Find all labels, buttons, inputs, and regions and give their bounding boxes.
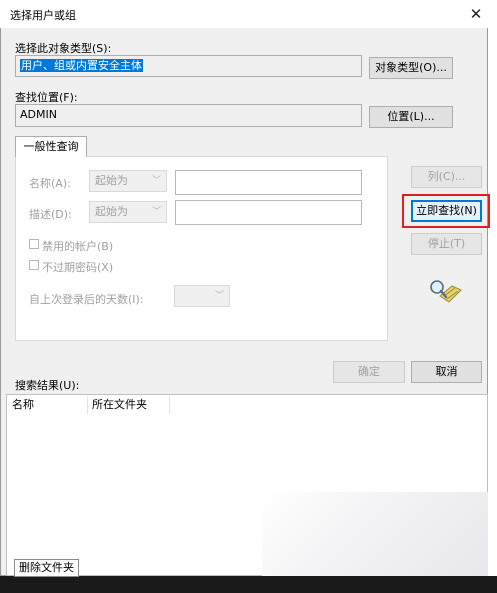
object-type-label: 选择此对象类型(S): [15,42,112,55]
cancel-button[interactable]: 取消 [411,361,482,383]
columns-button[interactable]: 列(C)... [411,166,482,188]
name-mode-value: 起始为 [95,174,128,187]
description-input[interactable] [175,200,362,225]
chevron-down-icon: ﹀ [214,291,224,301]
non-expiring-label: 不过期密码(X) [42,261,114,274]
location-label: 查找位置(F): [15,91,78,104]
days-since-logon-label: 自上次登录后的天数(I): [29,293,144,306]
search-flashlight-icon [428,276,462,306]
description-mode-dropdown[interactable]: 起始为 ﹀ [89,201,167,223]
disabled-accounts-label: 禁用的帐户(B) [42,240,114,253]
days-since-logon-dropdown[interactable]: ﹀ [174,285,230,307]
location-field: ADMIN [15,104,362,127]
tab-common-queries[interactable]: 一般性查询 [15,136,87,157]
object-types-button[interactable]: 对象类型(O)... [369,57,453,79]
dialog-title: 选择用户或组 [10,9,76,22]
description-mode-value: 起始为 [95,205,128,218]
object-type-value: 用户、组或内置安全主体 [20,59,143,72]
name-mode-dropdown[interactable]: 起始为 ﹀ [89,170,167,192]
description-label: 描述(D): [29,208,72,221]
taskbar-strip [0,576,497,593]
background-window-edge [488,0,497,576]
object-type-field: 用户、组或内置安全主体 [15,55,362,77]
non-expiring-checkbox[interactable] [29,260,39,270]
find-now-button[interactable]: 立即查找(N) [411,200,482,222]
faded-overlay [262,492,488,576]
delete-folder-button[interactable]: 删除文件夹 [14,559,79,577]
name-input[interactable] [175,170,362,195]
stop-button[interactable]: 停止(T) [411,233,482,255]
locations-button[interactable]: 位置(L)... [369,106,453,128]
chevron-down-icon: ﹀ [151,207,161,217]
name-label: 名称(A): [29,177,71,190]
ok-button[interactable]: 确定 [333,361,405,383]
column-header-folder[interactable]: 所在文件夹 [88,396,170,414]
chevron-down-icon: ﹀ [151,176,161,186]
column-header-name[interactable]: 名称 [8,396,88,414]
close-icon[interactable]: ✕ [465,3,487,25]
disabled-accounts-checkbox[interactable] [29,239,39,249]
search-results-label: 搜索结果(U): [15,379,80,392]
